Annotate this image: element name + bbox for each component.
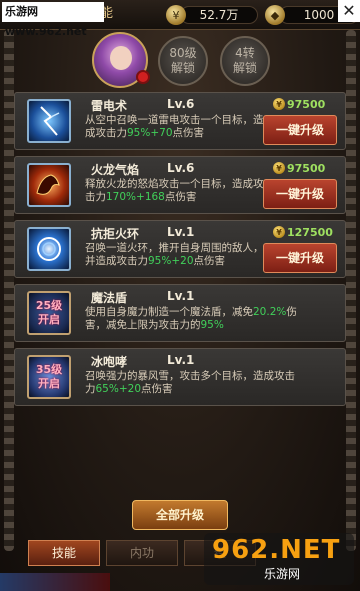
skill-level: Lv.6	[167, 161, 195, 175]
desc-highlight: 20.2%	[253, 306, 287, 318]
slot-1-line1: 80级	[169, 46, 197, 60]
one-click-upgrade-button[interactable]: 一键升级	[263, 115, 337, 145]
cost-value: 97500	[287, 161, 326, 175]
left-chain-decoration	[4, 30, 14, 551]
one-click-upgrade-button[interactable]: 一键升级	[263, 179, 337, 209]
unlock-level-label: 25级 开启	[35, 299, 63, 326]
skill-level: Lv.1	[167, 225, 195, 239]
upgrade-all-button[interactable]: 全部升级	[132, 500, 228, 530]
watermark-sub-text: 乐游网	[264, 567, 301, 581]
desc-highlight: 170%+168	[106, 191, 165, 203]
slot-2-line1: 4转	[235, 46, 255, 60]
ice-roar-skill-icon: 35级 开启	[27, 355, 71, 399]
locked-slot-80[interactable]: 80级 解锁	[158, 36, 208, 86]
fire-dragon-skill-icon	[27, 163, 71, 207]
locked-slot-4zhuan[interactable]: 4转 解锁	[220, 36, 270, 86]
skill-cost: ¥127500	[273, 225, 333, 239]
close-button[interactable]: ✕	[338, 0, 360, 22]
gold-coin-icon: ¥	[273, 226, 285, 238]
skill-name: 魔法盾	[91, 291, 128, 305]
ingot-icon: ◆	[265, 5, 285, 25]
right-chain-decoration	[346, 30, 356, 551]
skill-cost: ¥97500	[273, 97, 325, 111]
unlock-level-label: 35级 开启	[35, 363, 63, 390]
desc-highlight: 65%+20	[95, 383, 142, 395]
desc-highlight: 95%+20	[148, 255, 194, 267]
skill-description: 使用自身魔力制造一个魔法盾，减免20.2%伤害，减免上限为攻击力的95%	[85, 306, 315, 332]
gold-coin-icon: ¥	[273, 162, 285, 174]
skill-name: 火龙气焰	[91, 163, 140, 177]
skill-name: 雷电术	[91, 99, 128, 113]
skill-name: 抗拒火环	[91, 227, 140, 241]
desc-text-end: 点伤害	[164, 191, 197, 203]
desc-highlight: 95%+70	[127, 127, 173, 139]
skill-level: Lv.1	[167, 289, 195, 303]
fire-ring-skill-icon	[27, 227, 71, 271]
skill-level: Lv.6	[167, 97, 195, 111]
gold-amount: 52.7万	[180, 6, 258, 24]
gold-coin-icon: ¥	[273, 98, 285, 110]
gold-coin-icon: ¥	[166, 5, 186, 25]
skill-level: Lv.1	[167, 353, 195, 367]
site-watermark-bottom: 962.NET 乐游网	[204, 533, 354, 585]
skill-description: 召唤强力的暴风雪，攻击多个目标，造成攻击力65%+20点伤害	[85, 370, 295, 396]
desc-highlight-2: 95%	[200, 319, 224, 331]
cost-value: 127500	[287, 225, 333, 239]
hero-avatar[interactable]	[92, 32, 150, 88]
site-watermark-top: 乐游网 www.962.net	[2, 2, 104, 38]
slot-2-line2: 解锁	[232, 61, 257, 75]
watermark-logo-text: 962.NET	[212, 535, 341, 565]
skill-description: 从空中召唤一道雷电攻击一个目标，造成攻击力95%+70点伤害	[85, 114, 271, 140]
bottom-gem-decoration	[0, 573, 110, 591]
one-click-upgrade-button[interactable]: 一键升级	[263, 243, 337, 273]
hero-face	[110, 46, 132, 70]
skill-card-ice-roar[interactable]: 35级 开启 冰咆哮 Lv.1 召唤强力的暴风雪，攻击多个目标，造成攻击力65%…	[14, 348, 346, 406]
skill-name: 冰咆哮	[91, 355, 128, 369]
gold-resource: ¥ 52.7万	[166, 5, 258, 25]
tab-skills[interactable]: 技能	[28, 540, 100, 566]
lightning-skill-icon	[27, 99, 71, 143]
skill-description: 释放火龙的怒焰攻击一个目标，造成攻击力170%+168点伤害	[85, 178, 271, 204]
skill-card-thunder[interactable]: 雷电术 Lv.6 ¥97500 从空中召唤一道雷电攻击一个目标，造成攻击力95%…	[14, 92, 346, 150]
skill-list: 雷电术 Lv.6 ¥97500 从空中召唤一道雷电攻击一个目标，造成攻击力95%…	[14, 92, 346, 406]
desc-text-end: 点伤害	[141, 383, 173, 395]
magic-shield-skill-icon: 25级 开启	[27, 291, 71, 335]
desc-text-end: 点伤害	[193, 255, 226, 267]
skill-card-fire-ring[interactable]: 抗拒火环 Lv.1 ¥127500 召唤一道火环，推开自身周围的敌人，并造成攻击…	[14, 220, 346, 278]
cost-value: 97500	[287, 97, 326, 111]
slot-1-line2: 解锁	[170, 61, 195, 75]
skill-description: 召唤一道火环，推开自身周围的敌人，并造成攻击力95%+20点伤害	[85, 242, 271, 268]
hero-notification-badge	[136, 70, 150, 84]
skill-card-magic-shield[interactable]: 25级 开启 魔法盾 Lv.1 使用自身魔力制造一个魔法盾，减免20.2%伤害，…	[14, 284, 346, 342]
tab-inner-power[interactable]: 内功	[106, 540, 178, 566]
desc-text: 使用自身魔力制造一个魔法盾，减免	[85, 306, 253, 318]
skill-cost: ¥97500	[273, 161, 325, 175]
skill-card-fire-dragon[interactable]: 火龙气焰 Lv.6 ¥97500 释放火龙的怒焰攻击一个目标，造成攻击力170%…	[14, 156, 346, 214]
desc-text-end: 点伤害	[172, 127, 205, 139]
